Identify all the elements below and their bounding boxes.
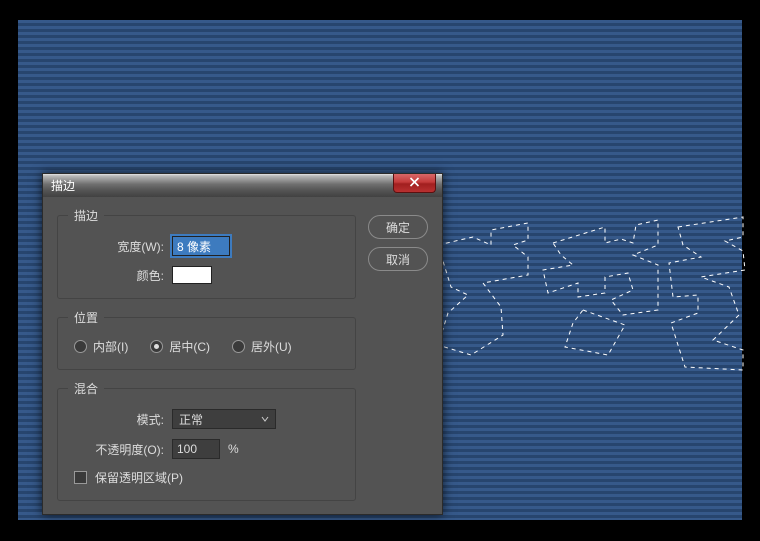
mode-value: 正常 [179, 411, 203, 428]
cancel-button[interactable]: 取消 [368, 247, 428, 271]
mode-select[interactable]: 正常 [172, 409, 276, 429]
radio-icon [74, 340, 87, 353]
fieldset-blend: 混合 模式: 正常 不透明度(O): % [57, 380, 356, 501]
dialog-title: 描边 [51, 177, 75, 194]
radio-label: 居中(C) [169, 338, 210, 355]
radio-inside[interactable]: 内部(I) [74, 338, 128, 355]
radio-outside[interactable]: 居外(U) [232, 338, 292, 355]
close-button[interactable] [393, 174, 436, 193]
fieldset-stroke: 描边 宽度(W): 颜色: [57, 207, 356, 299]
ok-label: 确定 [386, 219, 410, 236]
color-swatch[interactable] [172, 266, 212, 284]
radio-icon [150, 340, 163, 353]
stroke-dialog: 描边 描边 宽度(W): 颜色: 位置 [42, 173, 443, 515]
radio-icon [232, 340, 245, 353]
mode-label: 模式: [68, 411, 172, 428]
width-input[interactable] [172, 236, 230, 256]
chevron-down-icon [261, 415, 269, 423]
fieldset-position: 位置 内部(I) 居中(C) 居外(U) [57, 309, 356, 370]
close-icon [409, 176, 420, 190]
ok-button[interactable]: 确定 [368, 215, 428, 239]
legend-blend: 混合 [68, 380, 104, 397]
preserve-checkbox[interactable] [74, 471, 87, 484]
legend-stroke: 描边 [68, 207, 104, 224]
width-label: 宽度(W): [68, 238, 172, 255]
selection-marquee [433, 215, 753, 375]
radio-label: 内部(I) [93, 338, 128, 355]
preserve-label: 保留透明区域(P) [95, 469, 183, 486]
radio-label: 居外(U) [251, 338, 292, 355]
radio-center[interactable]: 居中(C) [150, 338, 210, 355]
cancel-label: 取消 [386, 251, 410, 268]
opacity-input[interactable] [172, 439, 220, 459]
opacity-unit: % [228, 442, 239, 456]
color-label: 颜色: [68, 267, 172, 284]
dialog-titlebar[interactable]: 描边 [43, 174, 442, 197]
opacity-label: 不透明度(O): [68, 441, 172, 458]
legend-position: 位置 [68, 309, 104, 326]
